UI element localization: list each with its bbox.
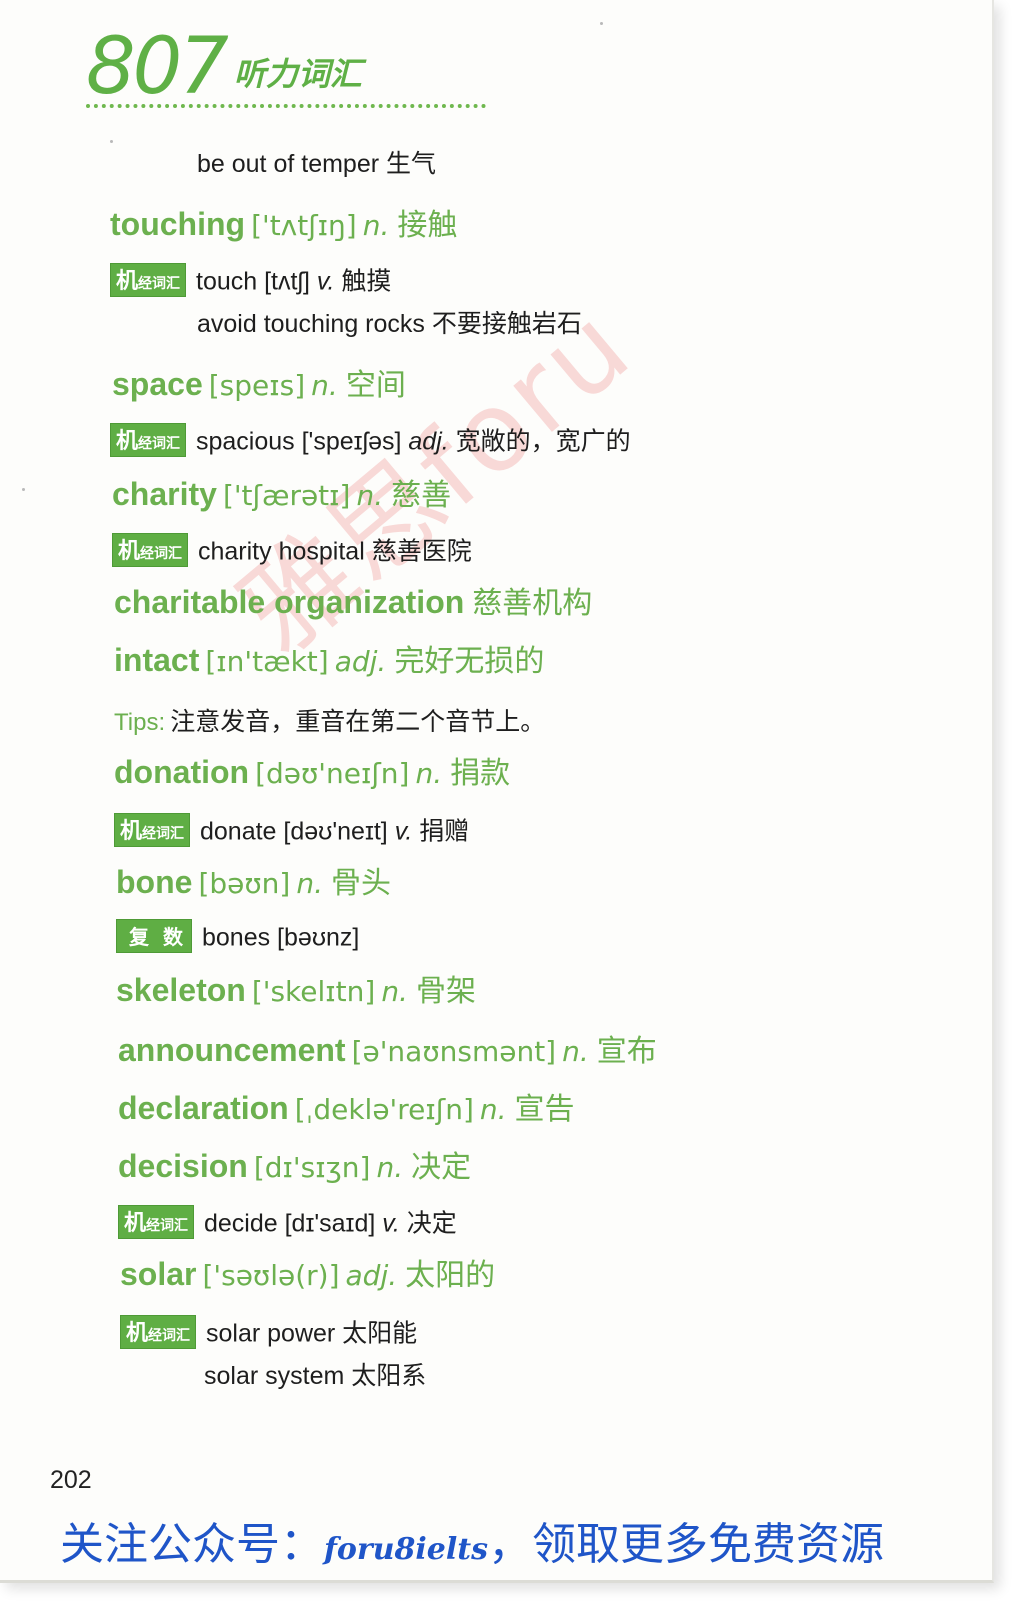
scan-speck: [600, 22, 603, 25]
jijing-tag-icon: 机经词汇: [120, 1315, 196, 1349]
header-title: 听力词汇: [233, 55, 362, 93]
related-touch: 机经词汇 touch [tʌtʃ] v. 触摸: [110, 263, 391, 300]
part-of-speech: n.: [362, 209, 390, 242]
related-decide: 机经词汇 decide [dɪ'saɪd] v. 决定: [118, 1205, 457, 1242]
footer-prefix: 关注公众号：: [60, 1519, 324, 1570]
jijing-tag-icon: 机经词汇: [118, 1205, 194, 1239]
meaning: 接触: [397, 208, 458, 243]
headword-charitable-organization: charitable organization 慈善机构: [114, 584, 593, 621]
headword-touching: touching ['tʌtʃɪŋ] n. 接触: [110, 208, 457, 241]
tips-note: Tips: 注意发音，重音在第二个音节上。: [114, 702, 545, 738]
headword-decision: decision [dɪ'sɪʒn] n. 决定: [118, 1148, 472, 1185]
headword-charity: charity ['tʃærətɪ] n. 慈善: [112, 476, 452, 513]
jijing-tag-icon: 机经词汇: [112, 533, 188, 567]
jijing-tag-icon: 机经词汇: [114, 813, 190, 847]
related-charity-hospital: 机经词汇 charity hospital 慈善医院: [112, 533, 472, 570]
headword-donation: donation [dəʊ'neɪʃn] n. 捐款: [114, 754, 511, 791]
headword-bone: bone [bəʊn] n. 骨头: [116, 864, 391, 901]
footer-suffix: ，领取更多免费资源: [488, 1519, 885, 1570]
headword-space: space [speɪs] n. 空间: [112, 366, 406, 403]
jijing-tag-icon: 机经词汇: [110, 263, 186, 297]
phrase-be-out-of-temper: be out of temper 生气: [197, 150, 437, 178]
related-donate: 机经词汇 donate [dəʊ'neɪt] v. 捐赠: [114, 813, 469, 850]
page-number: 202: [50, 1466, 92, 1494]
phonetic: ['tʌtʃɪŋ]: [251, 209, 357, 242]
header-dotted-rule: [86, 104, 486, 108]
headword-intact: intact [ɪn'tækt] adj. 完好无损的: [114, 642, 545, 679]
scan-speck: [22, 488, 25, 491]
headword-skeleton: skeleton ['skelɪtn] n. 骨架: [116, 972, 476, 1009]
phrase-avoid-touching-rocks: avoid touching rocks 不要接触岩石: [197, 310, 582, 338]
headword-solar: solar ['səʊlə(r)] adj. 太阳的: [120, 1256, 496, 1293]
scan-speck: [110, 140, 113, 143]
plural-tag-icon: 复数: [116, 919, 192, 953]
book-page: 807 听力词汇 雅思foru be out of temper 生气 touch…: [0, 0, 994, 1583]
footer-promo: 关注公众号：foru8ielts，领取更多免费资源: [60, 1508, 884, 1572]
footer-account: foru8ielts: [324, 1532, 489, 1567]
header-number: 807: [86, 22, 229, 112]
related-spacious: 机经词汇 spacious ['speɪʃəs] adj. 宽敞的，宽广的: [110, 423, 631, 460]
page-header: 807 听力词汇: [86, 28, 362, 106]
tips-text: 注意发音，重音在第二个音节上。: [170, 707, 546, 736]
plural-bones: 复数 bones [bəʊnz]: [116, 919, 359, 956]
headword-declaration: declaration [ˌdeklə'reɪʃn] n. 宣告: [118, 1090, 575, 1127]
tips-label: Tips:: [114, 709, 166, 736]
jijing-tag-icon: 机经词汇: [110, 423, 186, 457]
related-solar-power: 机经词汇 solar power 太阳能: [120, 1315, 417, 1352]
headword-announcement: announcement [ə'naʊnsmənt] n. 宣布: [118, 1032, 657, 1069]
headword: touching: [110, 206, 246, 242]
phrase-solar-system: solar system 太阳系: [204, 1362, 427, 1390]
